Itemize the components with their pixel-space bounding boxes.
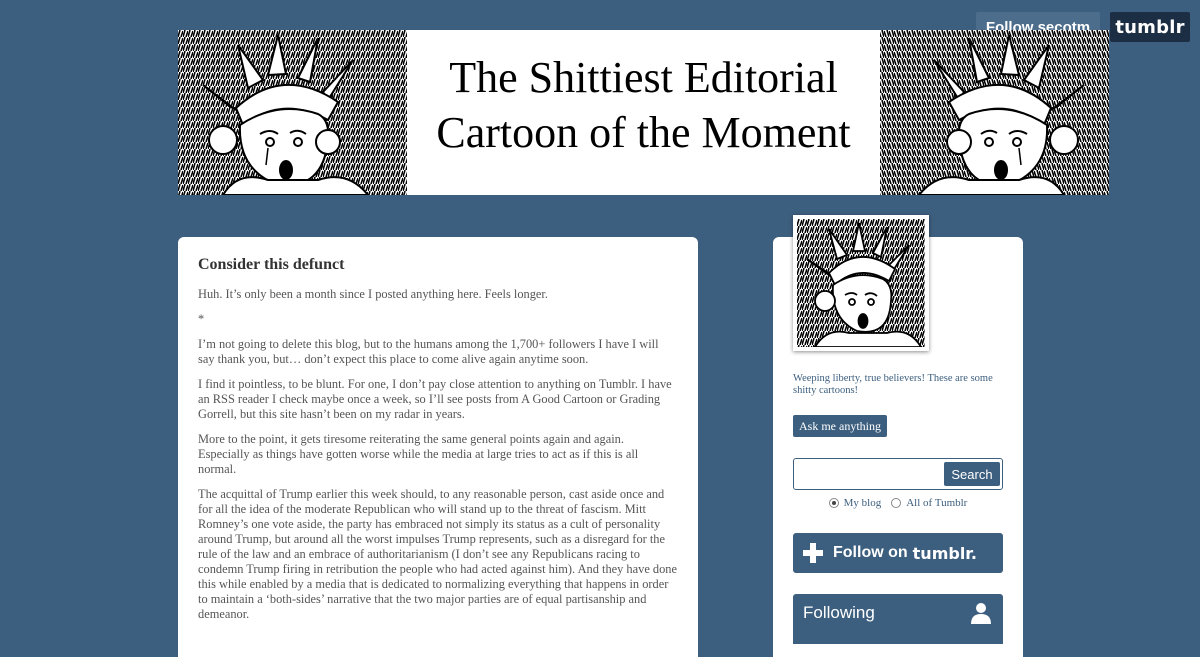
scope-my-blog-label: My blog — [843, 497, 882, 509]
banner-title-line-2: Cartoon of the Moment — [436, 108, 851, 157]
post-paragraph: The acquittal of Trump earlier this week… — [198, 487, 678, 621]
tumblr-logo-link[interactable]: tumblr — [1110, 12, 1190, 42]
post-paragraph: Huh. It’s only been a month since I post… — [198, 287, 548, 301]
weeping-liberty-illustration — [178, 30, 407, 195]
radio-my-blog[interactable] — [828, 498, 839, 508]
blog-post: Consider this defunct Huh. It’s only bee… — [178, 237, 698, 657]
scope-all-tumblr-label: All of Tumblr — [906, 497, 968, 509]
plus-icon — [803, 543, 823, 563]
radio-all-tumblr[interactable] — [891, 498, 902, 508]
post-paragraph: More to the point, it gets tiresome reit… — [198, 432, 639, 476]
tumblr-wordmark: tumblr. — [912, 543, 977, 563]
blog-description: Weeping liberty, true believers! These a… — [793, 373, 993, 396]
search-form: Search — [793, 458, 1003, 490]
person-icon — [971, 603, 991, 624]
avatar-liberty-image — [797, 219, 925, 347]
follow-on-label: Follow on — [833, 544, 908, 561]
banner-title: The Shittiest Editorial Cartoon of the M… — [407, 50, 880, 160]
post-paragraph: I find it pointless, to be blunt. For on… — [198, 377, 672, 421]
avatar[interactable] — [793, 215, 929, 351]
following-label: Following — [803, 603, 875, 622]
following-widget[interactable]: Following — [793, 594, 1003, 644]
sidebar: Weeping liberty, true believers! These a… — [773, 215, 1023, 657]
weeping-liberty-illustration-mirrored — [880, 30, 1109, 195]
post-paragraph: * — [198, 312, 205, 326]
search-input[interactable] — [797, 462, 941, 488]
post-title[interactable]: Consider this defunct — [198, 255, 678, 275]
ask-me-anything-button[interactable]: Ask me anything — [793, 415, 887, 437]
search-button[interactable]: Search — [944, 462, 1000, 486]
post-paragraph: I’m not going to delete this blog, but t… — [198, 337, 659, 366]
search-scope: My blog All of Tumblr — [793, 497, 1003, 509]
follow-on-tumblr-button[interactable]: Follow on tumblr. — [793, 533, 1003, 573]
scope-my-blog[interactable]: My blog — [828, 497, 882, 509]
scope-all-tumblr[interactable]: All of Tumblr — [891, 497, 967, 509]
banner-title-line-1: The Shittiest Editorial — [449, 53, 838, 102]
header-banner[interactable]: The Shittiest Editorial Cartoon of the M… — [178, 30, 1109, 195]
